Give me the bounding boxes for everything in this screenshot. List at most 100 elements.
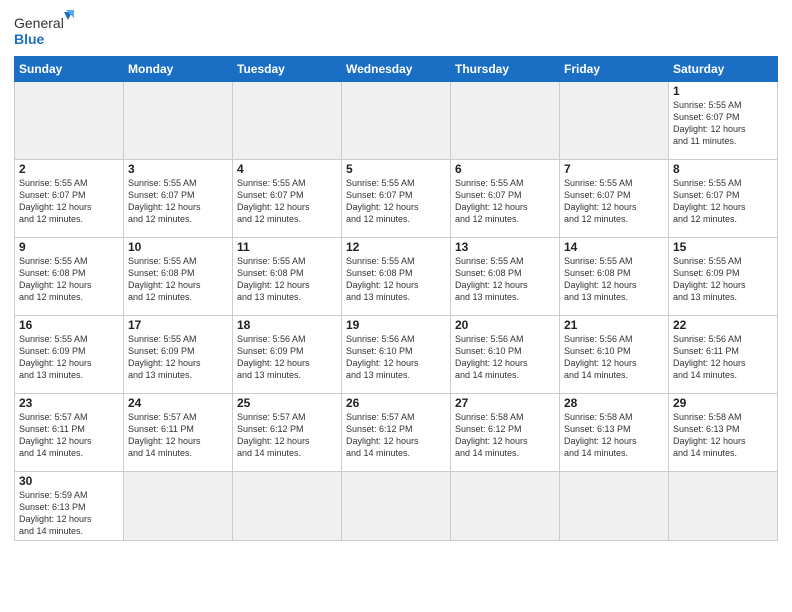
weekday-header-wednesday: Wednesday <box>342 57 451 82</box>
day-number: 6 <box>455 162 555 176</box>
week-row-3: 16Sunrise: 5:55 AM Sunset: 6:09 PM Dayli… <box>15 316 778 394</box>
day-info: Sunrise: 5:55 AM Sunset: 6:08 PM Dayligh… <box>237 255 337 304</box>
day-number: 10 <box>128 240 228 254</box>
day-info: Sunrise: 5:57 AM Sunset: 6:11 PM Dayligh… <box>19 411 119 460</box>
day-info: Sunrise: 5:55 AM Sunset: 6:08 PM Dayligh… <box>455 255 555 304</box>
calendar-cell <box>342 82 451 160</box>
calendar-cell <box>233 82 342 160</box>
day-info: Sunrise: 5:56 AM Sunset: 6:10 PM Dayligh… <box>564 333 664 382</box>
day-number: 14 <box>564 240 664 254</box>
day-info: Sunrise: 5:55 AM Sunset: 6:07 PM Dayligh… <box>128 177 228 226</box>
week-row-2: 9Sunrise: 5:55 AM Sunset: 6:08 PM Daylig… <box>15 238 778 316</box>
day-number: 21 <box>564 318 664 332</box>
calendar-cell: 2Sunrise: 5:55 AM Sunset: 6:07 PM Daylig… <box>15 160 124 238</box>
day-info: Sunrise: 5:55 AM Sunset: 6:08 PM Dayligh… <box>128 255 228 304</box>
calendar-cell: 6Sunrise: 5:55 AM Sunset: 6:07 PM Daylig… <box>451 160 560 238</box>
calendar-table: SundayMondayTuesdayWednesdayThursdayFrid… <box>14 56 778 541</box>
day-number: 5 <box>346 162 446 176</box>
day-info: Sunrise: 5:58 AM Sunset: 6:13 PM Dayligh… <box>564 411 664 460</box>
day-number: 11 <box>237 240 337 254</box>
weekday-header-row: SundayMondayTuesdayWednesdayThursdayFrid… <box>15 57 778 82</box>
day-number: 7 <box>564 162 664 176</box>
calendar-cell: 13Sunrise: 5:55 AM Sunset: 6:08 PM Dayli… <box>451 238 560 316</box>
day-number: 29 <box>673 396 773 410</box>
calendar-cell: 10Sunrise: 5:55 AM Sunset: 6:08 PM Dayli… <box>124 238 233 316</box>
day-info: Sunrise: 5:55 AM Sunset: 6:07 PM Dayligh… <box>673 177 773 226</box>
calendar-cell <box>560 472 669 541</box>
day-number: 23 <box>19 396 119 410</box>
day-info: Sunrise: 5:58 AM Sunset: 6:12 PM Dayligh… <box>455 411 555 460</box>
logo-svg: General Blue <box>14 10 74 50</box>
logo: General Blue <box>14 10 74 50</box>
weekday-header-friday: Friday <box>560 57 669 82</box>
calendar-cell: 18Sunrise: 5:56 AM Sunset: 6:09 PM Dayli… <box>233 316 342 394</box>
svg-text:Blue: Blue <box>14 31 45 47</box>
day-info: Sunrise: 5:55 AM Sunset: 6:09 PM Dayligh… <box>19 333 119 382</box>
calendar-cell: 4Sunrise: 5:55 AM Sunset: 6:07 PM Daylig… <box>233 160 342 238</box>
day-number: 17 <box>128 318 228 332</box>
day-number: 27 <box>455 396 555 410</box>
calendar-cell: 12Sunrise: 5:55 AM Sunset: 6:08 PM Dayli… <box>342 238 451 316</box>
week-row-0: 1Sunrise: 5:55 AM Sunset: 6:07 PM Daylig… <box>15 82 778 160</box>
calendar-cell <box>669 472 778 541</box>
weekday-header-saturday: Saturday <box>669 57 778 82</box>
day-info: Sunrise: 5:55 AM Sunset: 6:09 PM Dayligh… <box>128 333 228 382</box>
day-number: 28 <box>564 396 664 410</box>
day-number: 13 <box>455 240 555 254</box>
calendar-cell: 8Sunrise: 5:55 AM Sunset: 6:07 PM Daylig… <box>669 160 778 238</box>
day-number: 30 <box>19 474 119 488</box>
calendar-cell: 5Sunrise: 5:55 AM Sunset: 6:07 PM Daylig… <box>342 160 451 238</box>
calendar-cell: 1Sunrise: 5:55 AM Sunset: 6:07 PM Daylig… <box>669 82 778 160</box>
calendar-cell <box>124 472 233 541</box>
calendar-cell: 3Sunrise: 5:55 AM Sunset: 6:07 PM Daylig… <box>124 160 233 238</box>
day-info: Sunrise: 5:57 AM Sunset: 6:12 PM Dayligh… <box>346 411 446 460</box>
calendar-cell: 28Sunrise: 5:58 AM Sunset: 6:13 PM Dayli… <box>560 394 669 472</box>
day-number: 19 <box>346 318 446 332</box>
calendar-cell <box>560 82 669 160</box>
day-number: 3 <box>128 162 228 176</box>
calendar-cell: 29Sunrise: 5:58 AM Sunset: 6:13 PM Dayli… <box>669 394 778 472</box>
week-row-1: 2Sunrise: 5:55 AM Sunset: 6:07 PM Daylig… <box>15 160 778 238</box>
day-info: Sunrise: 5:55 AM Sunset: 6:07 PM Dayligh… <box>346 177 446 226</box>
day-number: 26 <box>346 396 446 410</box>
calendar-cell <box>451 82 560 160</box>
day-info: Sunrise: 5:55 AM Sunset: 6:08 PM Dayligh… <box>564 255 664 304</box>
calendar-cell: 26Sunrise: 5:57 AM Sunset: 6:12 PM Dayli… <box>342 394 451 472</box>
day-info: Sunrise: 5:55 AM Sunset: 6:07 PM Dayligh… <box>564 177 664 226</box>
day-info: Sunrise: 5:56 AM Sunset: 6:10 PM Dayligh… <box>455 333 555 382</box>
day-info: Sunrise: 5:55 AM Sunset: 6:07 PM Dayligh… <box>19 177 119 226</box>
day-info: Sunrise: 5:55 AM Sunset: 6:07 PM Dayligh… <box>237 177 337 226</box>
calendar-cell: 21Sunrise: 5:56 AM Sunset: 6:10 PM Dayli… <box>560 316 669 394</box>
calendar-cell: 17Sunrise: 5:55 AM Sunset: 6:09 PM Dayli… <box>124 316 233 394</box>
day-info: Sunrise: 5:59 AM Sunset: 6:13 PM Dayligh… <box>19 489 119 538</box>
calendar-cell <box>451 472 560 541</box>
day-number: 4 <box>237 162 337 176</box>
calendar-cell: 22Sunrise: 5:56 AM Sunset: 6:11 PM Dayli… <box>669 316 778 394</box>
weekday-header-tuesday: Tuesday <box>233 57 342 82</box>
calendar-cell: 19Sunrise: 5:56 AM Sunset: 6:10 PM Dayli… <box>342 316 451 394</box>
svg-text:General: General <box>14 15 64 31</box>
calendar-cell <box>124 82 233 160</box>
week-row-5: 30Sunrise: 5:59 AM Sunset: 6:13 PM Dayli… <box>15 472 778 541</box>
day-info: Sunrise: 5:56 AM Sunset: 6:11 PM Dayligh… <box>673 333 773 382</box>
week-row-4: 23Sunrise: 5:57 AM Sunset: 6:11 PM Dayli… <box>15 394 778 472</box>
day-info: Sunrise: 5:55 AM Sunset: 6:08 PM Dayligh… <box>19 255 119 304</box>
calendar-cell: 15Sunrise: 5:55 AM Sunset: 6:09 PM Dayli… <box>669 238 778 316</box>
day-number: 24 <box>128 396 228 410</box>
day-number: 1 <box>673 84 773 98</box>
calendar-cell: 24Sunrise: 5:57 AM Sunset: 6:11 PM Dayli… <box>124 394 233 472</box>
calendar-cell: 7Sunrise: 5:55 AM Sunset: 6:07 PM Daylig… <box>560 160 669 238</box>
day-info: Sunrise: 5:55 AM Sunset: 6:07 PM Dayligh… <box>455 177 555 226</box>
calendar-cell: 11Sunrise: 5:55 AM Sunset: 6:08 PM Dayli… <box>233 238 342 316</box>
weekday-header-sunday: Sunday <box>15 57 124 82</box>
day-number: 8 <box>673 162 773 176</box>
calendar-cell <box>15 82 124 160</box>
day-number: 22 <box>673 318 773 332</box>
day-info: Sunrise: 5:58 AM Sunset: 6:13 PM Dayligh… <box>673 411 773 460</box>
day-info: Sunrise: 5:56 AM Sunset: 6:09 PM Dayligh… <box>237 333 337 382</box>
calendar-cell: 20Sunrise: 5:56 AM Sunset: 6:10 PM Dayli… <box>451 316 560 394</box>
day-info: Sunrise: 5:55 AM Sunset: 6:08 PM Dayligh… <box>346 255 446 304</box>
calendar-cell: 23Sunrise: 5:57 AM Sunset: 6:11 PM Dayli… <box>15 394 124 472</box>
calendar-cell: 27Sunrise: 5:58 AM Sunset: 6:12 PM Dayli… <box>451 394 560 472</box>
calendar-cell: 16Sunrise: 5:55 AM Sunset: 6:09 PM Dayli… <box>15 316 124 394</box>
